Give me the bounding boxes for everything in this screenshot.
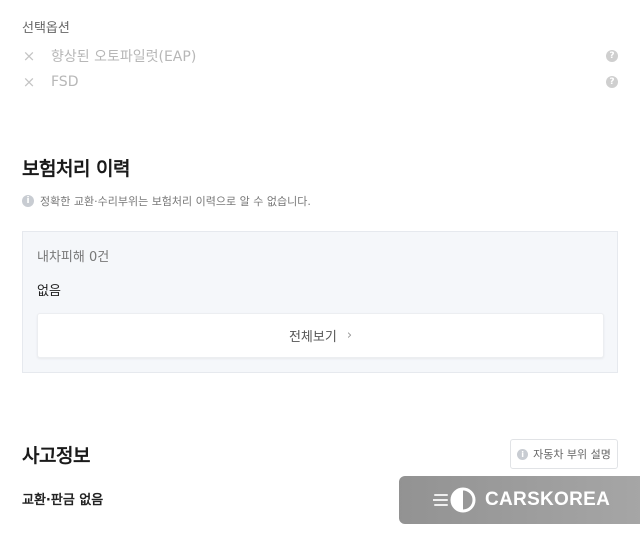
options-section-label: 선택옵션: [22, 21, 70, 36]
option-row-eap: × 향상된 오토파일럿(EAP) ?: [22, 45, 618, 67]
watermark-brand: CARSKOREA: [485, 489, 611, 510]
accident-info-title: 사고정보: [22, 445, 90, 467]
insurance-notice-text: 정확한 교환·수리부위는 보험처리 이력으로 알 수 없습니다.: [40, 195, 311, 208]
info-icon: i: [22, 195, 34, 207]
option-name: FSD: [51, 74, 79, 90]
info-icon: i: [517, 448, 529, 460]
close-icon: ×: [22, 73, 36, 91]
insurance-history-title: 보험처리 이력: [22, 158, 131, 180]
car-part-guide-button[interactable]: i 자동차 부위 설명: [510, 439, 618, 469]
option-row-fsd: × FSD ?: [22, 71, 618, 93]
insurance-history-box: 내차피해 0건 없음 전체보기 ›: [22, 231, 618, 373]
chevron-right-icon: ›: [346, 328, 353, 343]
option-name: 향상된 오토파일럿(EAP): [51, 49, 197, 65]
damage-count: 내차피해 0건: [37, 250, 110, 265]
carskorea-watermark: CARSKOREA: [399, 476, 640, 524]
insurance-notice: i 정확한 교환·수리부위는 보험처리 이력으로 알 수 없습니다.: [22, 193, 311, 209]
view-all-button[interactable]: 전체보기 ›: [37, 313, 604, 358]
damage-empty-text: 없음: [37, 284, 61, 299]
exchange-status: 교환·판금 없음: [22, 493, 104, 508]
help-icon[interactable]: ?: [606, 76, 618, 88]
view-all-label: 전체보기: [288, 330, 337, 345]
help-icon[interactable]: ?: [606, 50, 618, 62]
close-icon: ×: [22, 47, 36, 65]
car-part-guide-label: 자동차 부위 설명: [533, 448, 611, 461]
carskorea-logo-icon: [433, 487, 476, 513]
